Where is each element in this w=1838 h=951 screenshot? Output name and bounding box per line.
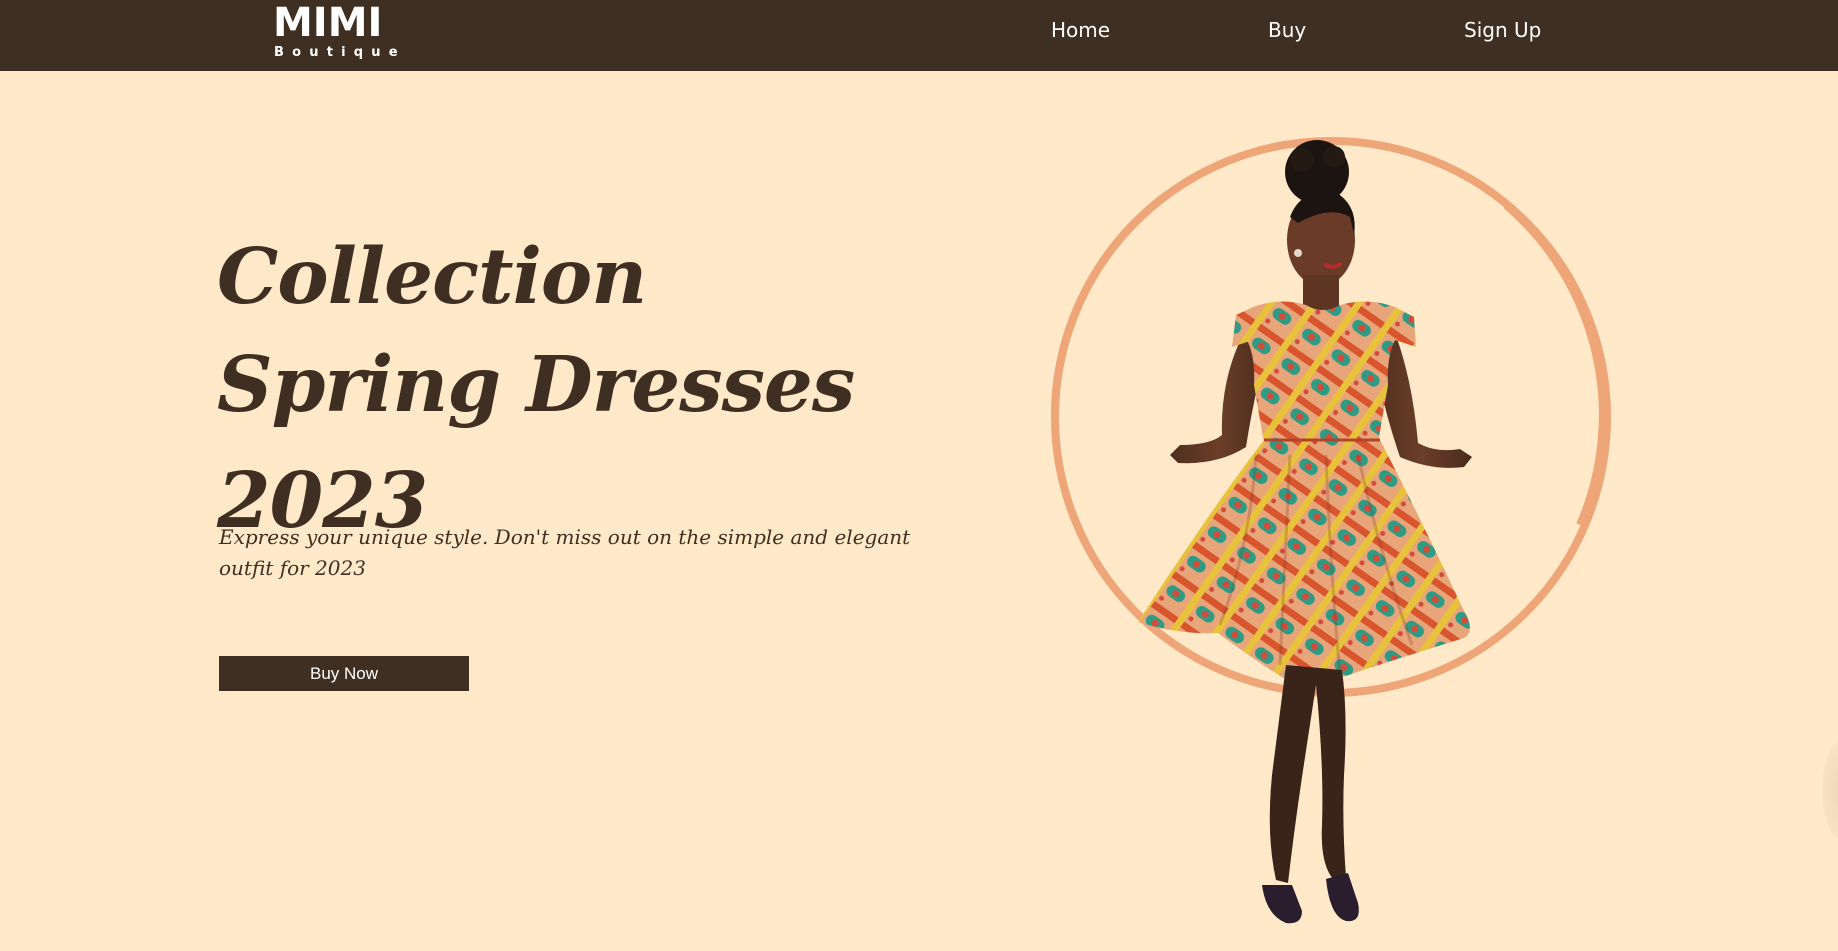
decorative-shadow [1822,740,1838,840]
dress-skirt [1138,440,1470,682]
brand-tagline: Boutique [274,45,406,60]
model-shoes [1262,885,1302,924]
dress-bodice [1240,301,1402,443]
brand-name: MIMI [273,0,383,46]
navbar: MIMI Boutique Home Buy Sign Up [0,0,1838,71]
nav-link-home[interactable]: Home [1051,17,1110,43]
hero-title-line-2: Spring Dresses [217,340,855,430]
hero-model-image [1050,137,1611,924]
nav-link-buy[interactable]: Buy [1268,17,1306,43]
hero-subtitle: Express your unique style. Don't miss ou… [219,525,911,580]
hero-title-line-1: Collection [217,232,647,322]
nav-link-sign-up[interactable]: Sign Up [1464,17,1541,43]
model-legs [1269,665,1346,883]
buy-now-button[interactable]: Buy Now [219,656,469,691]
